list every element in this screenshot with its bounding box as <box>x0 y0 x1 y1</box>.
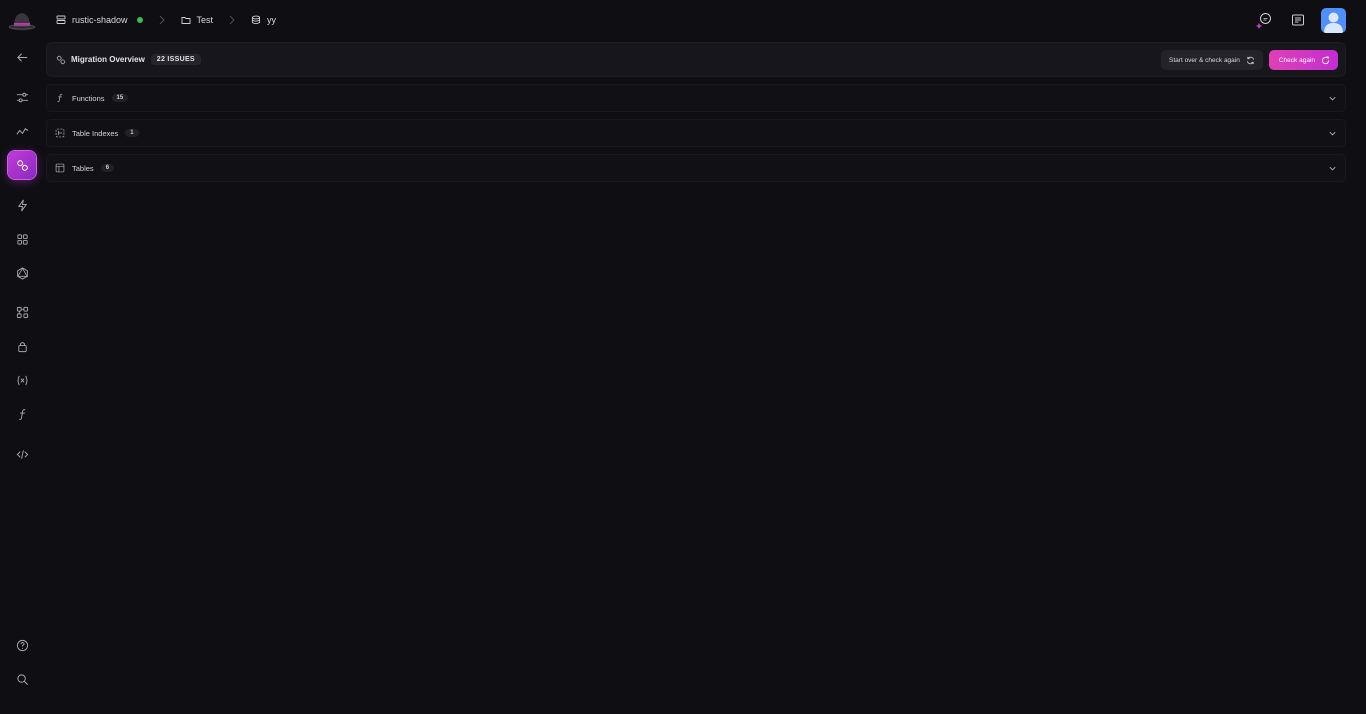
sidebar-item-migration[interactable] <box>8 151 36 179</box>
user-icon <box>1324 12 1343 33</box>
breadcrumb-database[interactable]: yy <box>251 15 276 25</box>
issues-badge: 22 ISSUES <box>150 54 201 65</box>
section-label: Functions <box>72 93 105 103</box>
top-right-actions <box>1253 7 1346 33</box>
variable-icon <box>17 375 27 385</box>
migration-overview-header: Migration Overview 22 ISSUES Start over … <box>46 42 1346 77</box>
check-again-button[interactable]: Check again <box>1268 50 1338 70</box>
chevron-right-icon <box>159 15 165 25</box>
connection-status-dot <box>136 17 143 23</box>
database-icon <box>251 15 261 25</box>
sidebar-item-functions[interactable] <box>8 400 36 428</box>
breadcrumb-project[interactable]: rustic-shadow <box>56 15 143 25</box>
folder-name: Test <box>196 15 214 25</box>
section-table-indexes[interactable]: Table Indexes 1 <box>46 119 1346 147</box>
help-icon <box>16 639 28 651</box>
sidebar-item-search[interactable] <box>8 665 36 693</box>
chat-sparkle-icon <box>1256 13 1271 29</box>
section-tables[interactable]: Tables 6 <box>46 154 1346 182</box>
sidebar-item-parameters[interactable] <box>8 366 36 394</box>
database-name: yy <box>267 15 277 25</box>
assistant-button[interactable] <box>1253 9 1275 31</box>
section-count: 6 <box>100 164 115 172</box>
sidebar-item-api-docs[interactable] <box>8 440 36 468</box>
news-button[interactable] <box>1287 9 1309 31</box>
sidebar-item-explorer[interactable] <box>8 225 36 253</box>
sidebar <box>0 40 44 714</box>
activity-icon <box>16 127 28 135</box>
lightning-icon <box>17 199 27 211</box>
chevron-down-icon[interactable] <box>1328 164 1337 173</box>
avatar[interactable] <box>1321 7 1346 33</box>
section-label: Tables <box>72 163 94 173</box>
start-over-button[interactable]: Start over & check again <box>1161 50 1263 70</box>
migration-icon <box>16 159 28 171</box>
nodes-icon <box>16 306 28 318</box>
refresh-icon <box>1246 56 1254 64</box>
migration-icon <box>56 55 66 64</box>
sidebar-item-designer[interactable] <box>8 298 36 326</box>
rotate-icon <box>1321 55 1330 64</box>
sidebar-item-back[interactable] <box>8 43 36 71</box>
sidebar-item-auth[interactable] <box>8 332 36 360</box>
section-count: 15 <box>111 94 129 102</box>
search-icon <box>16 673 28 685</box>
page-title: Migration Overview <box>71 55 145 64</box>
chevron-down-icon[interactable] <box>1328 129 1337 138</box>
index-icon <box>55 128 65 138</box>
section-functions[interactable]: Functions 15 <box>46 84 1346 112</box>
start-over-label: Start over & check again <box>1169 56 1240 64</box>
grid-icon <box>16 233 28 245</box>
function-icon <box>57 93 63 103</box>
breadcrumb: rustic-shadow Test yy <box>56 0 276 40</box>
back-arrow-icon <box>16 52 27 62</box>
graphql-icon <box>16 266 28 280</box>
top-bar: rustic-shadow Test yy <box>0 0 1366 40</box>
code-icon <box>16 449 28 459</box>
table-icon <box>55 163 65 173</box>
lock-icon <box>17 341 27 352</box>
sliders-icon <box>16 92 28 102</box>
sidebar-item-graphql[interactable] <box>8 259 36 287</box>
sidebar-item-query[interactable] <box>8 83 36 111</box>
overview-actions: Start over & check again Check again <box>1161 50 1338 70</box>
sidebar-item-monitor[interactable] <box>8 117 36 145</box>
breadcrumb-folder[interactable]: Test <box>181 15 214 25</box>
function-icon <box>18 408 25 420</box>
check-again-label: Check again <box>1278 56 1315 64</box>
section-count: 1 <box>125 129 139 137</box>
sidebar-item-functions-live[interactable] <box>8 191 36 219</box>
section-label: Table Indexes <box>72 128 119 138</box>
main-content: Migration Overview 22 ISSUES Start over … <box>46 42 1346 182</box>
sidebar-item-help[interactable] <box>8 631 36 659</box>
folder-icon <box>181 17 190 24</box>
server-icon <box>56 15 66 24</box>
newspaper-icon <box>1292 14 1304 26</box>
surreal-logo-icon[interactable] <box>8 8 36 32</box>
chevron-right-icon <box>229 15 235 25</box>
project-name: rustic-shadow <box>72 15 128 25</box>
chevron-down-icon[interactable] <box>1328 94 1337 103</box>
